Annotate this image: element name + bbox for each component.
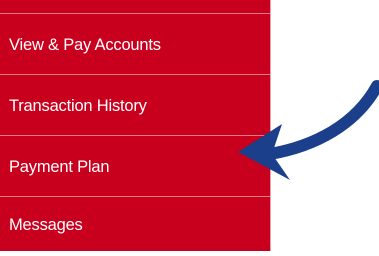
- sidebar-item-messages[interactable]: Messages: [0, 197, 270, 251]
- sidebar-item-label: View & Pay Accounts: [9, 35, 161, 54]
- sidebar-menu-list: View & Pay Accounts Transaction History …: [0, 14, 270, 251]
- sidebar-item-label: Transaction History: [9, 96, 147, 115]
- sidebar-item-label: Messages: [9, 215, 83, 234]
- sidebar-item-label: Payment Plan: [9, 157, 110, 176]
- sidebar-item-view-pay-accounts[interactable]: View & Pay Accounts: [0, 14, 270, 75]
- sidebar-item-transaction-history[interactable]: Transaction History: [0, 75, 270, 136]
- sidebar-top-edge: [0, 0, 270, 14]
- account-sidebar-menu: View & Pay Accounts Transaction History …: [0, 0, 271, 251]
- sidebar-item-payment-plan[interactable]: Payment Plan: [0, 136, 270, 197]
- curved-arrow-icon: [238, 80, 379, 180]
